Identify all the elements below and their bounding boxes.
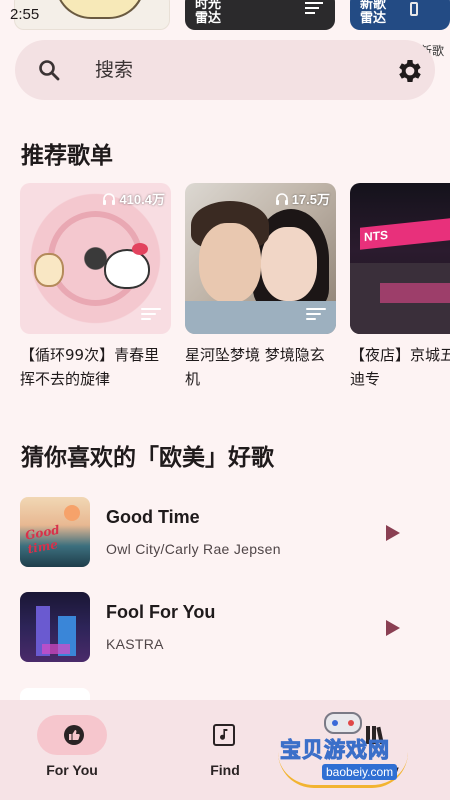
- nav-label: For You: [46, 762, 98, 778]
- playlist-name: 星河坠梦境 梦境隐玄机: [185, 346, 325, 388]
- banner-title: 新歌雷达: [360, 0, 387, 26]
- playlist-card[interactable]: 410.4万 【循环99次】青春里挥不去的旋律: [20, 183, 171, 391]
- song-list-item[interactable]: Good time Good Time Owl City/Carly Rae J…: [20, 497, 430, 569]
- song-list-item[interactable]: Fool For You KASTRA: [20, 592, 430, 664]
- banner-card-time-radar[interactable]: 时光雷达: [185, 0, 335, 30]
- album-art: Good time: [20, 497, 90, 567]
- headphone-icon: [275, 193, 288, 205]
- playlist-name: 【夜店】京城五道口蹦迪专: [350, 346, 450, 388]
- section-title-playlists: 推荐歌单: [21, 143, 113, 169]
- queue-icon[interactable]: [141, 308, 161, 324]
- queue-icon[interactable]: [306, 308, 326, 324]
- music-note-icon: [213, 724, 235, 746]
- playlist-cover: 17.5万: [185, 183, 336, 334]
- search-bar[interactable]: [15, 40, 435, 100]
- section-title-recommend: 猜你喜欢的「欧美」好歌: [21, 445, 274, 471]
- play-icon[interactable]: [382, 523, 402, 543]
- battery-icon: [410, 2, 418, 16]
- playlist-card[interactable]: NTS 【夜店】京城五道口蹦迪专: [350, 183, 450, 391]
- play-count: 17.5万: [291, 192, 330, 207]
- thumb-up-icon: [64, 725, 84, 745]
- play-icon[interactable]: [382, 618, 402, 638]
- play-count-badge: 17.5万: [275, 189, 330, 208]
- playlist-cover: 410.4万: [20, 183, 171, 334]
- gear-icon[interactable]: [395, 56, 425, 86]
- nav-tab-for-you[interactable]: For You: [0, 700, 150, 800]
- album-art: [20, 592, 90, 662]
- banner-title: 时光雷达: [195, 0, 222, 26]
- search-icon: [39, 60, 60, 81]
- nav-label: Find: [210, 762, 240, 778]
- song-title: Good Time: [106, 507, 200, 527]
- album-art-lettering: Good time: [24, 522, 61, 557]
- song-artist: KASTRA: [106, 636, 164, 652]
- queue-icon: [305, 2, 323, 16]
- song-list-item-partial[interactable]: [20, 688, 90, 700]
- playlist-carousel[interactable]: 410.4万 【循环99次】青春里挥不去的旋律 17.5万 星河坠梦境 梦境隐玄…: [20, 183, 450, 393]
- banner-card-new-radar[interactable]: 新歌雷达: [350, 0, 450, 30]
- play-count: 410.4万: [119, 192, 165, 207]
- play-count-badge: 410.4万: [102, 189, 165, 208]
- library-icon: [366, 726, 384, 745]
- headphone-icon: [103, 193, 116, 205]
- song-artist: Owl City/Carly Rae Jepsen: [106, 541, 281, 557]
- nav-label: Library: [351, 762, 399, 778]
- playlist-card[interactable]: 17.5万 星河坠梦境 梦境隐玄机: [185, 183, 336, 391]
- song-title: Fool For You: [106, 602, 216, 622]
- status-time: 2:55: [10, 6, 40, 23]
- nav-tab-library[interactable]: Library: [300, 700, 450, 800]
- playlist-name: 【循环99次】青春里挥不去的旋律: [20, 346, 160, 388]
- playlist-cover: NTS: [350, 183, 450, 334]
- bowl-illustration: [55, 0, 145, 19]
- top-banner-strip: 时光雷达 新歌雷达 2:55: [0, 0, 450, 34]
- nav-tab-find[interactable]: Find: [150, 700, 300, 800]
- bottom-nav: For You Find Library: [0, 700, 450, 800]
- search-input[interactable]: [95, 57, 355, 83]
